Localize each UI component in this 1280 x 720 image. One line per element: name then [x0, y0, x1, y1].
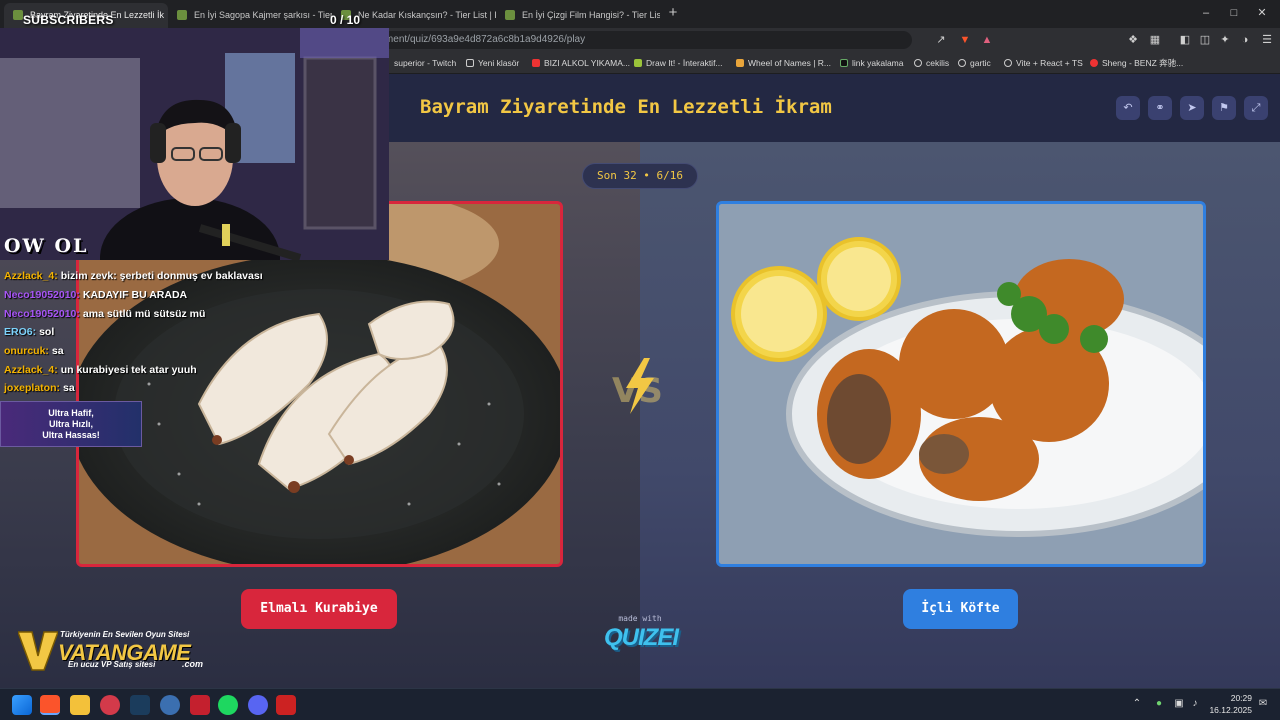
- link-button[interactable]: ⚭: [1148, 96, 1172, 120]
- obs-app-icon[interactable]: [276, 695, 296, 715]
- made-with-label: made with: [618, 614, 662, 623]
- webcam-overlay: [0, 28, 389, 260]
- right-choice-button[interactable]: İçli Köfte: [903, 589, 1018, 629]
- new-tab-button[interactable]: +: [664, 4, 682, 22]
- bookmark-item[interactable]: Wheel of Names | R...: [736, 52, 831, 74]
- round-badge: Son 32 • 6/16: [582, 163, 698, 189]
- globe-icon: [914, 59, 922, 67]
- undo-button[interactable]: ↶: [1116, 96, 1140, 120]
- bookmark-icon: [634, 59, 642, 67]
- bookmark-item[interactable]: Sheng - BENZ 奔驰...: [1090, 52, 1183, 74]
- app-icon[interactable]: [190, 695, 210, 715]
- sponsor-subtitle: En ucuz VP Satış sitesi: [68, 660, 156, 669]
- vs-lightning-icon: VS: [612, 358, 663, 414]
- tab-label: En İyi Çizgi Film Hangisi? - Tier List |: [522, 10, 660, 20]
- sponsor-tagline: Türkiyenin En Sevilen Oyun Sitesi: [60, 630, 190, 639]
- spotify-icon[interactable]: [218, 695, 238, 715]
- promo-line: Ultra Hafif,: [48, 408, 94, 418]
- clock-date[interactable]: 16.12.2025: [1206, 705, 1252, 715]
- globe-icon: [958, 59, 966, 67]
- send-button[interactable]: ➤: [1180, 96, 1204, 120]
- network-icon[interactable]: ▣: [1172, 697, 1186, 711]
- chat-message: Neco19052010: KADAYIF BU ARADA: [4, 289, 188, 301]
- close-window-icon[interactable]: ✕: [1252, 4, 1272, 22]
- streamer-webcam-image: [0, 28, 389, 260]
- bookmark-item[interactable]: cekilis: [914, 52, 949, 74]
- chat-message: Neco19052010: ama sütlü mü sütsüz mü: [4, 308, 206, 320]
- left-choice-button[interactable]: Elmalı Kurabiye: [241, 589, 397, 629]
- windows-start-icon[interactable]: [12, 695, 32, 715]
- subscribers-count: 0 / 10: [330, 13, 361, 27]
- chat-message: onurcuk: sa: [4, 345, 64, 357]
- bookmark-item[interactable]: superior - Twitch: [382, 52, 456, 74]
- globe-icon: [1004, 59, 1012, 67]
- quizei-logo[interactable]: QUIZEI: [596, 624, 686, 652]
- subscribers-label: SUBSCRIBERS: [23, 13, 114, 27]
- minimize-icon[interactable]: –: [1196, 4, 1216, 22]
- vatangame-v-logo-icon: [18, 631, 58, 671]
- owl-logo: OW OL: [4, 235, 89, 257]
- bookmark-item[interactable]: BIZI ALKOL YIKAMA...: [532, 52, 630, 74]
- notifications-icon[interactable]: ✉: [1256, 697, 1270, 711]
- tab-favicon-icon: [505, 10, 515, 20]
- vpn-shield-icon[interactable]: ◑: [1236, 31, 1254, 49]
- folder-icon: [466, 59, 474, 67]
- bookmark-folder[interactable]: Yeni klasör: [466, 52, 519, 74]
- discord-icon[interactable]: [248, 695, 268, 715]
- report-flag-button[interactable]: ⚑: [1212, 96, 1236, 120]
- fullscreen-button[interactable]: ⤢: [1244, 96, 1268, 120]
- tab-sagopa[interactable]: En İyi Sagopa Kajmer şarkısı - Tier List: [168, 3, 332, 28]
- bookmark-item[interactable]: Draw It! - İnteraktif...: [634, 52, 723, 74]
- bookmark-icon: [736, 59, 744, 67]
- bookmark-icon: [532, 59, 540, 67]
- tab-label: Ne Kadar Kıskançsın? - Tier List | Kör: [358, 10, 496, 20]
- microphone-icon[interactable]: ●: [1152, 697, 1166, 711]
- maximize-icon[interactable]: □: [1224, 4, 1244, 22]
- wallet-icon[interactable]: ▦: [1146, 31, 1164, 49]
- chat-message: Azzlack_4: un kurabiyesi tek atar yuuh: [4, 364, 197, 376]
- app-icon[interactable]: [160, 695, 180, 715]
- tab-label: En İyi Sagopa Kajmer şarkısı - Tier List: [194, 10, 332, 20]
- leo-ai-icon[interactable]: ✦: [1216, 31, 1234, 49]
- sponsor-domain: .com: [182, 659, 204, 669]
- windows-taskbar: [0, 688, 1280, 720]
- bookmark-icon: [840, 59, 848, 67]
- icli-kofte-image: [719, 204, 1203, 564]
- brave-browser-icon[interactable]: [40, 695, 60, 715]
- tab-favicon-icon: [13, 10, 23, 20]
- sidebar-icon[interactable]: ◧: [1176, 31, 1194, 49]
- chat-message: ERO6: sol: [4, 326, 55, 338]
- volume-icon[interactable]: ♪: [1188, 697, 1202, 711]
- promo-line: Ultra Hızlı,: [48, 419, 93, 429]
- promo-line: Ultra Hassas!: [42, 430, 100, 440]
- share-icon[interactable]: ↗: [932, 31, 950, 49]
- browser-tab-bar: Bayram Ziyaretinde En Lezzetli İk En İyi…: [0, 0, 1280, 28]
- extensions-icon[interactable]: ❖: [1124, 31, 1142, 49]
- clock-time[interactable]: 20:29: [1214, 693, 1252, 703]
- brave-shields-icon[interactable]: ▼: [956, 31, 974, 49]
- steam-icon[interactable]: [130, 695, 150, 715]
- tabs-icon[interactable]: ◫: [1196, 31, 1214, 49]
- tray-expand-icon[interactable]: ⌃: [1130, 697, 1144, 711]
- promo-banner: Ultra Hafif, Ultra Hızlı, Ultra Hassas!: [0, 401, 142, 447]
- bookmark-icon: [1090, 59, 1098, 67]
- chat-message: joxeplaton: sa: [4, 382, 75, 394]
- maps-pin-icon[interactable]: [100, 695, 120, 715]
- quiz-title: Bayram Ziyaretinde En Lezzetli İkram: [420, 96, 832, 118]
- chat-message: Azzlack_4: bizim zevk: şerbeti donmuş ev …: [4, 270, 263, 282]
- bookmark-item[interactable]: Vite + React + TS: [1004, 52, 1083, 74]
- brave-rewards-icon[interactable]: ▲: [978, 31, 996, 49]
- right-choice-card[interactable]: [716, 201, 1206, 567]
- tab-favicon-icon: [177, 10, 187, 20]
- tab-cizgi-film[interactable]: En İyi Çizgi Film Hangisi? - Tier List |: [496, 3, 660, 28]
- file-explorer-icon[interactable]: [70, 695, 90, 715]
- menu-icon[interactable]: ☰: [1258, 31, 1276, 49]
- bookmark-item[interactable]: link yakalama: [840, 52, 904, 74]
- bookmark-item[interactable]: gartic: [958, 52, 991, 74]
